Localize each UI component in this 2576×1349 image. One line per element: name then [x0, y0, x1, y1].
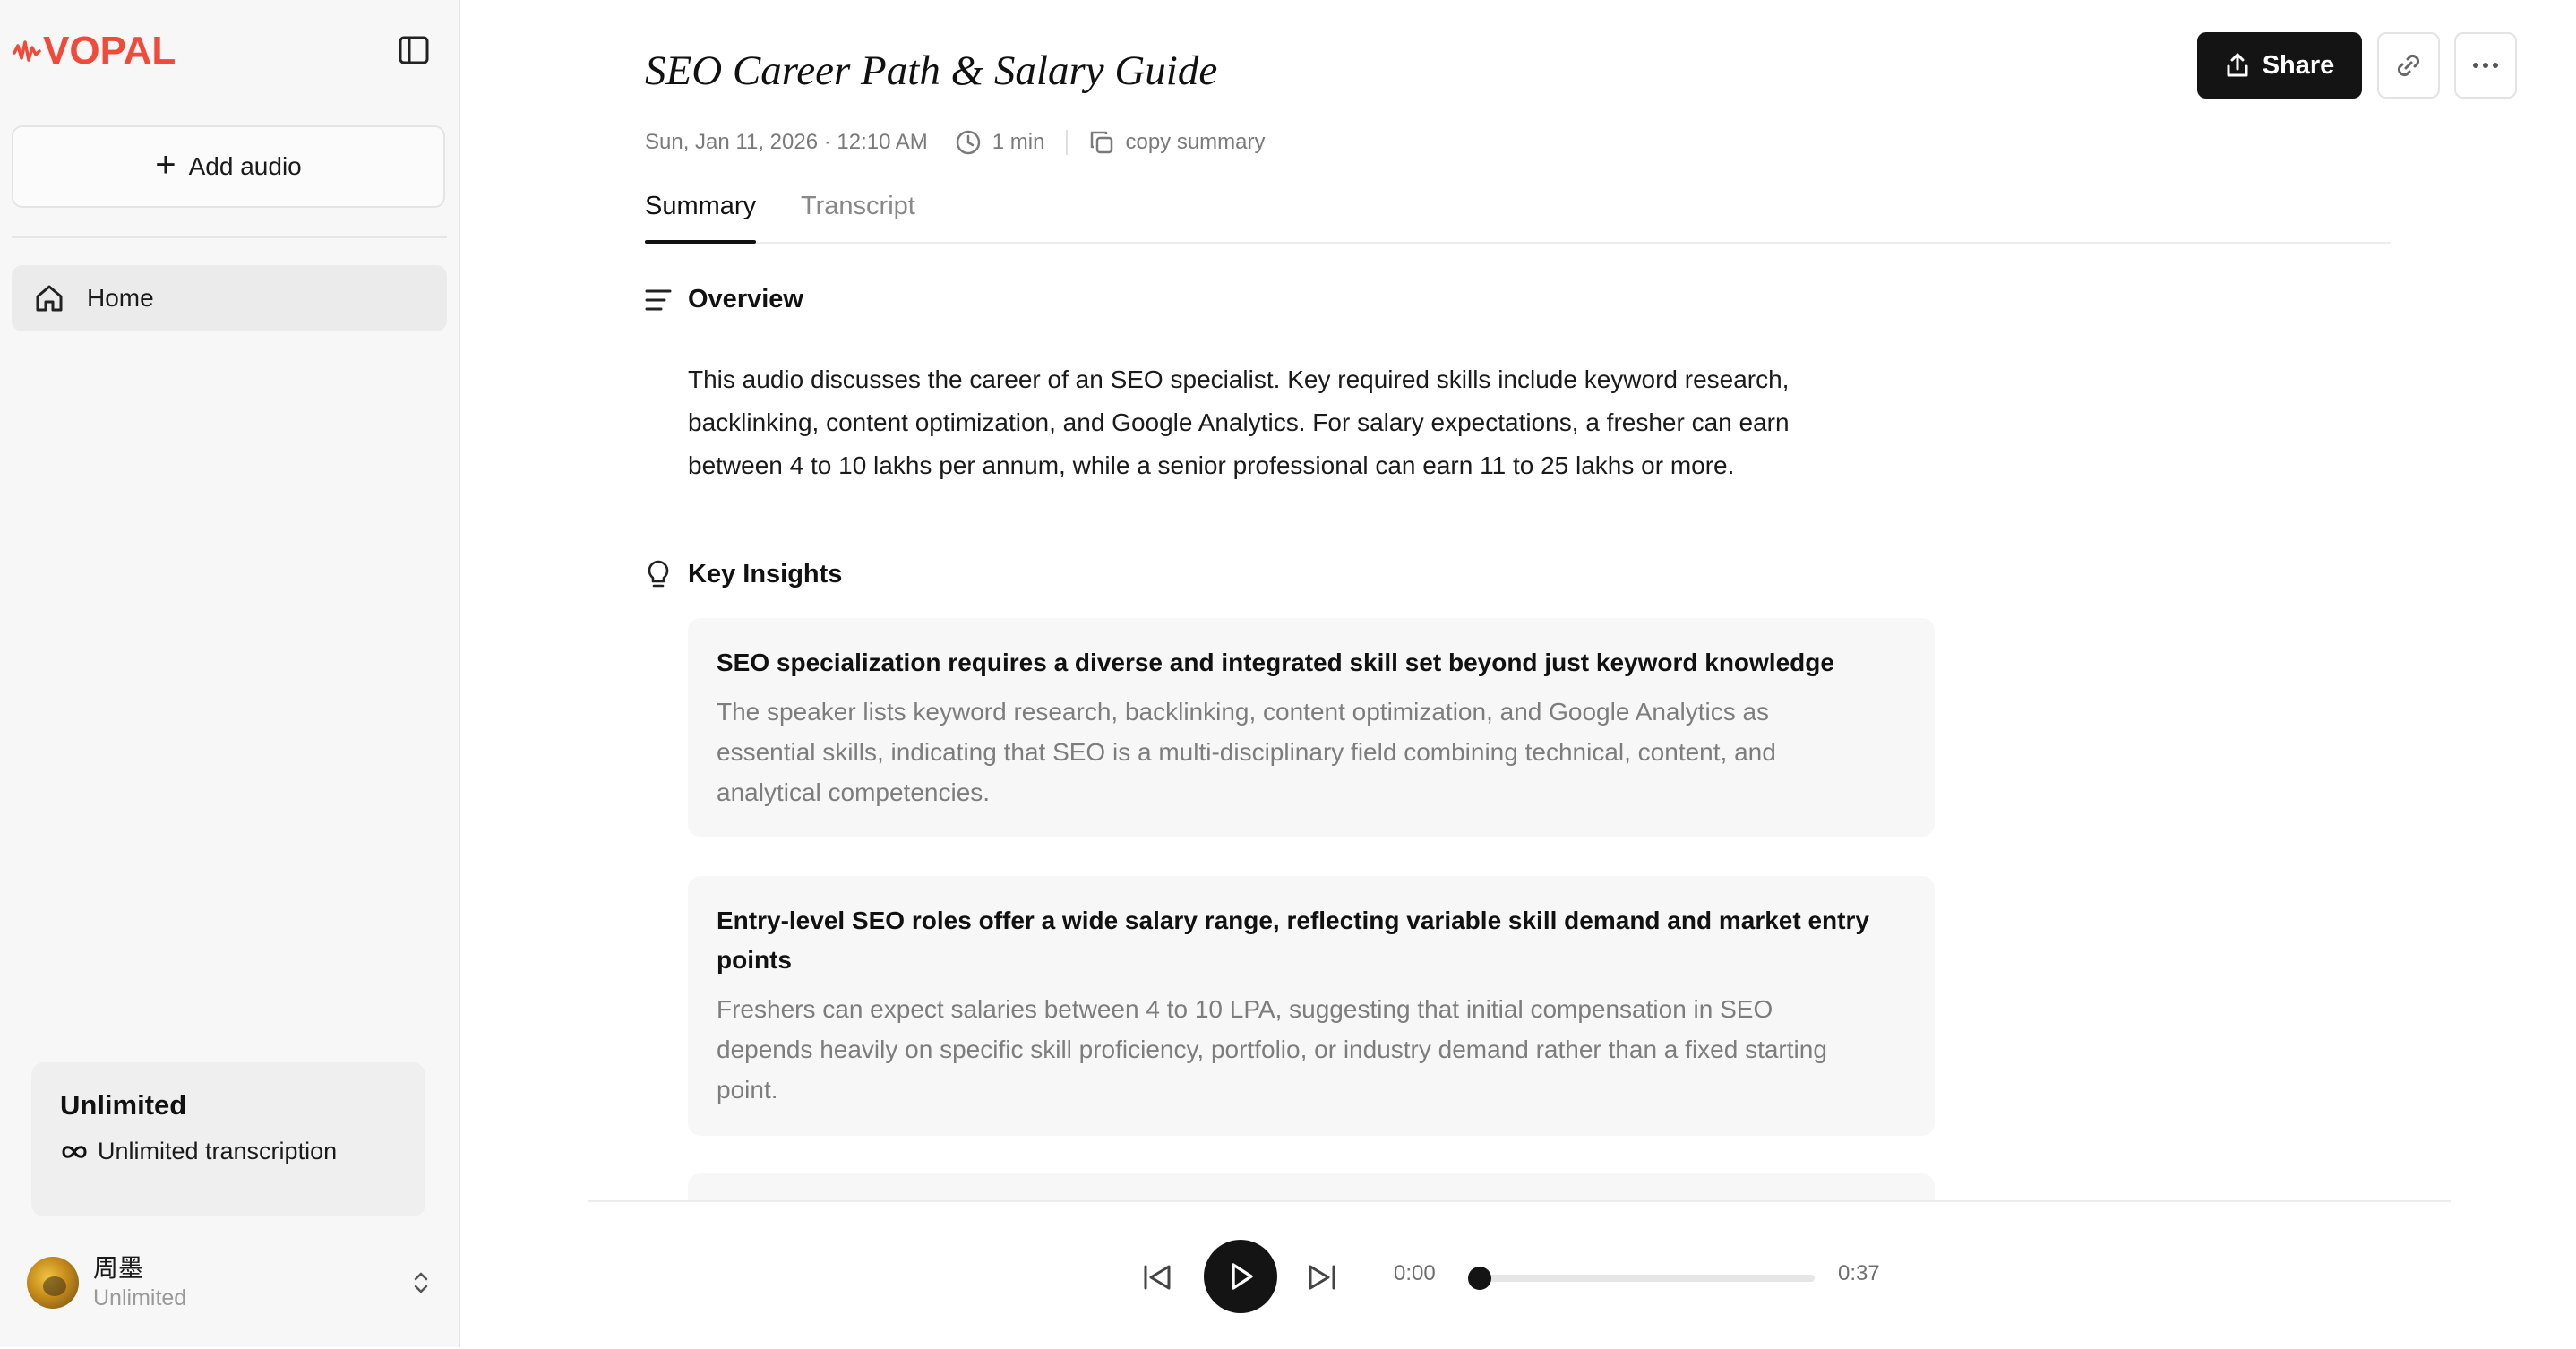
- meta-divider: [1066, 130, 1069, 155]
- tab-transcript[interactable]: Transcript: [801, 192, 915, 242]
- overview-line: This audio discusses the career of an SE…: [688, 365, 1790, 393]
- skip-forward-icon: [1309, 1265, 1335, 1290]
- home-icon: [31, 280, 67, 316]
- progress-handle[interactable]: [1468, 1267, 1491, 1290]
- lightbulb-icon: [648, 560, 669, 588]
- insight-desc-line: essential skills, indicating that SEO is…: [717, 738, 1776, 766]
- insight-desc-line: depends heavily on specific skill profic…: [717, 1035, 1827, 1063]
- waveform-icon: [13, 40, 41, 62]
- meta-row: Sun, Jan 11, 2026 · 12:10 AM 1 min copy …: [645, 125, 1266, 159]
- avatar: [27, 1257, 79, 1309]
- copy-summary-button[interactable]: copy summary: [1089, 130, 1266, 155]
- skip-forward-button[interactable]: [1301, 1256, 1344, 1299]
- tab-summary[interactable]: Summary: [645, 192, 757, 244]
- insight-card: Entry-level SEO roles offer a wide salar…: [688, 876, 1935, 1136]
- current-time: 0:00: [1394, 1261, 1436, 1285]
- share-button[interactable]: Share: [2197, 32, 2362, 99]
- skip-back-button[interactable]: [1136, 1256, 1179, 1299]
- copy-icon: [1091, 131, 1113, 154]
- overview-line: between 4 to 10 lakhs per annum, while a…: [688, 451, 1735, 479]
- sidebar-toggle-button[interactable]: [394, 32, 434, 68]
- plan-feature-label: Unlimited transcription: [98, 1138, 338, 1164]
- vopal-logo[interactable]: VOPAL: [13, 29, 176, 73]
- sidebar: VOPAL + Add audio Home Unlimited Unlimit…: [0, 0, 460, 1347]
- insight-title-line: points: [717, 946, 792, 974]
- share-label: Share: [2262, 50, 2335, 80]
- skip-back-icon: [1144, 1265, 1171, 1290]
- insight-card: SEO specialization requires a diverse an…: [688, 618, 1935, 837]
- insight-description: The speaker lists keyword research, back…: [717, 692, 1906, 812]
- total-time: 0:37: [1838, 1261, 1880, 1285]
- insight-desc-line: The speaker lists keyword research, back…: [717, 698, 1770, 726]
- copy-summary-label: copy summary: [1125, 130, 1266, 154]
- overview-heading-label: Overview: [688, 285, 803, 314]
- user-name: 周墨: [93, 1253, 144, 1283]
- overview-heading: Overview: [645, 285, 803, 314]
- more-options-button[interactable]: [2454, 32, 2517, 99]
- sidebar-item-label: Home: [87, 284, 154, 312]
- copy-link-button[interactable]: [2377, 32, 2440, 99]
- logo-text: VOPAL: [43, 29, 176, 73]
- overview-line: backlinking, content optimization, and G…: [688, 408, 1790, 436]
- insight-title-line: Entry-level SEO roles offer a wide salar…: [717, 906, 1869, 934]
- plus-icon: +: [155, 145, 176, 185]
- overview-text: This audio discusses the career of an SE…: [688, 358, 1852, 487]
- sidebar-panel-icon: [399, 36, 429, 64]
- insight-desc-line: analytical competencies.: [717, 778, 991, 806]
- plan-card: Unlimited Unlimited transcription: [31, 1062, 425, 1216]
- sidebar-divider: [12, 236, 447, 238]
- insight-desc-line: point.: [717, 1076, 778, 1104]
- page-title: SEO Career Path & Salary Guide: [645, 47, 1218, 94]
- insight-desc-line: Freshers can expect salaries between 4 t…: [717, 995, 1773, 1023]
- tab-bar: Summary Transcript: [645, 185, 2391, 244]
- plan-feature: Unlimited transcription: [60, 1138, 397, 1165]
- link-icon: [2397, 54, 2420, 77]
- align-left-icon: [645, 289, 672, 310]
- progress-track[interactable]: [1468, 1267, 1815, 1290]
- recording-duration: 1 min: [992, 130, 1045, 154]
- play-icon: [1232, 1263, 1253, 1290]
- user-menu[interactable]: 周墨 Unlimited: [27, 1247, 439, 1319]
- plan-title: Unlimited: [60, 1089, 187, 1121]
- more-horizontal-icon: [2473, 63, 2498, 68]
- chevron-up-down-icon[interactable]: [403, 1265, 439, 1301]
- key-insights-heading: Key Insights: [645, 559, 842, 589]
- add-audio-button[interactable]: + Add audio: [12, 125, 445, 208]
- upload-icon: [2227, 53, 2248, 77]
- add-audio-label: Add audio: [188, 152, 302, 180]
- insight-title: Entry-level SEO roles offer a wide salar…: [717, 901, 1906, 980]
- play-button[interactable]: [1204, 1240, 1277, 1313]
- recording-datetime: Sun, Jan 11, 2026 · 12:10 AM: [645, 130, 928, 154]
- audio-player: 0:00 0:37: [588, 1200, 2451, 1349]
- clock-icon: [955, 129, 982, 156]
- sidebar-item-home[interactable]: Home: [12, 265, 447, 331]
- key-insights-heading-label: Key Insights: [688, 559, 843, 589]
- infinity-icon: [62, 1145, 87, 1158]
- user-info: 周墨 Unlimited: [93, 1253, 186, 1312]
- insight-description: Freshers can expect salaries between 4 t…: [717, 989, 1906, 1110]
- user-plan: Unlimited: [93, 1285, 187, 1310]
- insight-title: SEO specialization requires a diverse an…: [717, 649, 1834, 676]
